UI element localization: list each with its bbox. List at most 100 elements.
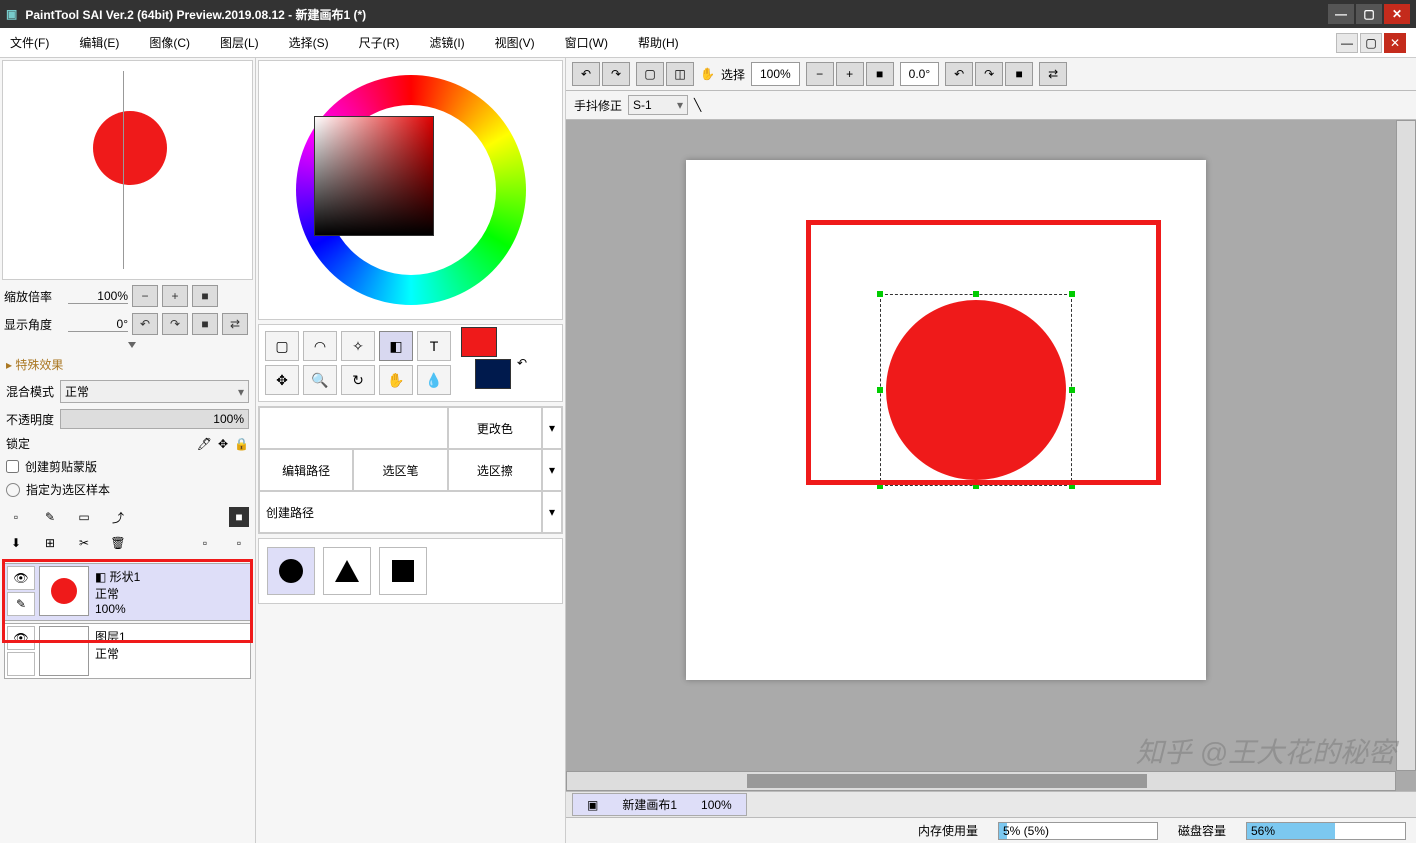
shape-tool[interactable]: ◧: [379, 331, 413, 361]
lasso-tool[interactable]: ◠: [303, 331, 337, 361]
mask-delete-button[interactable]: ▫: [229, 533, 249, 553]
clear-button[interactable]: ✂: [74, 533, 94, 553]
menu-help[interactable]: 帮助(H): [638, 34, 679, 51]
zoom-field[interactable]: 100%: [751, 62, 800, 86]
rotate-tool[interactable]: ↻: [341, 365, 375, 395]
angle-value[interactable]: 0°: [68, 317, 128, 332]
menu-layer[interactable]: 图层(L): [220, 34, 259, 51]
menu-image[interactable]: 图像(C): [149, 34, 190, 51]
zoom-in-button[interactable]: +: [836, 62, 864, 86]
menu-window[interactable]: 窗口(W): [565, 34, 608, 51]
layer-item-shape1[interactable]: 👁 ✎ ◧ 形状1 正常 100%: [4, 563, 251, 621]
stabilizer-select[interactable]: S-1▾: [628, 95, 688, 115]
document-tab[interactable]: ▣ 新建画布1 100%: [572, 793, 747, 816]
new-layer-button[interactable]: ▫: [6, 507, 26, 527]
sel-erase-cell[interactable]: 选区擦: [448, 449, 542, 491]
stroke-line-icon[interactable]: ╲: [694, 98, 701, 112]
zoom-reset-button[interactable]: ■: [192, 285, 218, 307]
doc-restore-button[interactable]: ▢: [1360, 33, 1382, 53]
background-swatch[interactable]: [475, 359, 511, 389]
rotate-cw-button[interactable]: ↷: [975, 62, 1003, 86]
new-linework-button[interactable]: ✎: [40, 507, 60, 527]
menu-view[interactable]: 视图(V): [495, 34, 535, 51]
deselect-button[interactable]: ▢: [636, 62, 664, 86]
menu-ruler[interactable]: 尺子(R): [359, 34, 400, 51]
layer-item-layer1[interactable]: 👁 图层1 正常: [4, 623, 251, 679]
zoom-out-button[interactable]: −: [806, 62, 834, 86]
menu-file[interactable]: 文件(F): [10, 34, 49, 51]
undo-button[interactable]: ↶: [572, 62, 600, 86]
shape-presets: [258, 538, 563, 604]
zoom-tool[interactable]: 🔍: [303, 365, 337, 395]
rotate-ccw-button[interactable]: ↶: [945, 62, 973, 86]
recolor-cell[interactable]: 更改色: [448, 407, 542, 449]
zoom-out-button[interactable]: −: [132, 285, 158, 307]
clipping-checkbox[interactable]: [6, 460, 19, 473]
hand-tool[interactable]: ✋: [379, 365, 413, 395]
color-wheel[interactable]: [258, 60, 563, 320]
mask-button[interactable]: ■: [229, 507, 249, 527]
zoom-fit-button[interactable]: ■: [866, 62, 894, 86]
rotate-reset-button[interactable]: ■: [1005, 62, 1033, 86]
rotate-ccw-button[interactable]: ↶: [132, 313, 158, 335]
invert-sel-button[interactable]: ◫: [666, 62, 694, 86]
new-folder-button[interactable]: ▭: [74, 507, 94, 527]
shape-options: 更改色 ▾ 编辑路径 选区笔 选区擦 ▾ 创建路径 ▾: [258, 406, 563, 534]
move-tool[interactable]: ✥: [265, 365, 299, 395]
angle-field[interactable]: 0.0°: [900, 62, 939, 86]
edit-icon[interactable]: ✎: [7, 592, 35, 616]
blend-mode-select[interactable]: 正常▾: [60, 380, 249, 403]
vertical-scrollbar[interactable]: [1396, 120, 1416, 771]
text-tool[interactable]: T: [417, 331, 451, 361]
foreground-swatch[interactable]: [461, 327, 497, 357]
edit-path-cell[interactable]: 编辑路径: [259, 449, 353, 491]
edit-icon[interactable]: [7, 652, 35, 676]
mask-apply-button[interactable]: ▫: [195, 533, 215, 553]
zoom-in-button[interactable]: +: [162, 285, 188, 307]
lock-pixels-icon[interactable]: 🖊: [197, 437, 212, 451]
shape-square[interactable]: [379, 547, 427, 595]
opacity-slider[interactable]: 100%: [60, 409, 249, 429]
transfer-button[interactable]: ⤴: [108, 507, 128, 527]
delete-layer-button[interactable]: 🗑: [108, 533, 128, 553]
rotate-cw-button[interactable]: ↷: [162, 313, 188, 335]
visibility-icon[interactable]: 👁: [7, 566, 35, 590]
minimize-button[interactable]: —: [1328, 4, 1354, 24]
flip-button[interactable]: ⇄: [222, 313, 248, 335]
select-sample-radio[interactable]: [6, 483, 20, 497]
visibility-icon[interactable]: 👁: [7, 626, 35, 650]
swap-colors-icon[interactable]: ↶: [517, 356, 527, 370]
marquee-tool[interactable]: ▢: [265, 331, 299, 361]
sel-pen-cell[interactable]: 选区笔: [353, 449, 447, 491]
create-path-cell[interactable]: 创建路径: [259, 491, 542, 533]
menu-select[interactable]: 选择(S): [289, 34, 329, 51]
shape-circle[interactable]: [267, 547, 315, 595]
lock-label: 锁定: [6, 435, 30, 452]
zoom-value[interactable]: 100%: [68, 289, 128, 304]
options-dropdown[interactable]: ▾: [542, 407, 562, 449]
maximize-button[interactable]: ▢: [1356, 4, 1382, 24]
rotate-reset-button[interactable]: ■: [192, 313, 218, 335]
redo-button[interactable]: ↷: [602, 62, 630, 86]
wand-tool[interactable]: ✧: [341, 331, 375, 361]
shape-triangle[interactable]: [323, 547, 371, 595]
close-button[interactable]: ✕: [1384, 4, 1410, 24]
lock-move-icon[interactable]: ✥: [218, 437, 228, 451]
horizontal-scrollbar[interactable]: [566, 771, 1396, 791]
effects-header[interactable]: ▸ 特殊效果: [0, 352, 255, 377]
merge-down-button[interactable]: ⬇: [6, 533, 26, 553]
canvas-viewport[interactable]: 知乎 @王大花的秘密: [566, 120, 1416, 791]
sv-picker[interactable]: [314, 116, 434, 236]
mem-label: 内存使用量: [918, 822, 978, 839]
navigator-preview[interactable]: [2, 60, 253, 280]
eyedropper-tool[interactable]: 💧: [417, 365, 451, 395]
menu-filter[interactable]: 滤镜(I): [429, 34, 464, 51]
doc-minimize-button[interactable]: —: [1336, 33, 1358, 53]
flip-h-button[interactable]: ⇄: [1039, 62, 1067, 86]
canvas[interactable]: [686, 160, 1206, 680]
selection-bounds[interactable]: [880, 294, 1072, 486]
menu-edit[interactable]: 编辑(E): [79, 34, 119, 51]
doc-close-button[interactable]: ✕: [1384, 33, 1406, 53]
lock-all-icon[interactable]: 🔒: [234, 437, 249, 451]
duplicate-button[interactable]: ⊞: [40, 533, 60, 553]
